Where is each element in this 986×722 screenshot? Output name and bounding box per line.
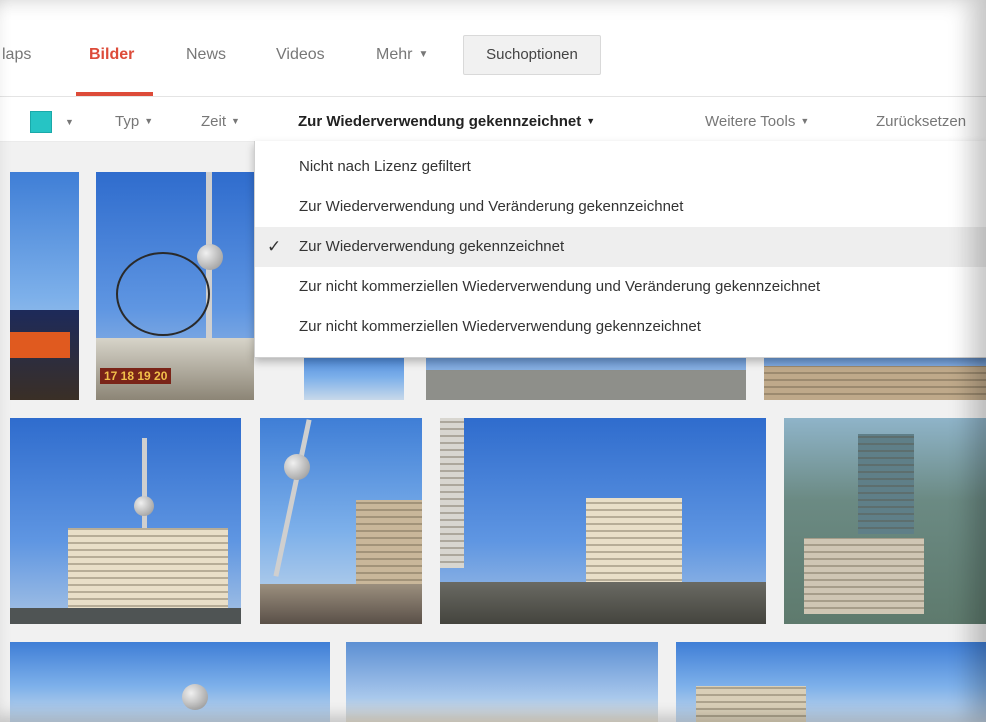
- checkmark-icon: ✓: [267, 237, 282, 256]
- tower-shaft: [273, 419, 312, 577]
- image-result[interactable]: [10, 418, 241, 624]
- color-dropdown-chevron-icon[interactable]: ▼: [60, 114, 74, 131]
- image-result[interactable]: [676, 642, 986, 722]
- more-tools-label: Weitere Tools: [705, 113, 796, 130]
- chevron-down-icon: ▼: [418, 49, 429, 60]
- image-ground: [260, 584, 422, 624]
- tower-sphere: [182, 684, 208, 710]
- license-filter-label: Zur Wiederverwendung gekennzeichnet: [298, 113, 582, 130]
- image-result[interactable]: [260, 418, 422, 624]
- chevron-down-icon: ▼: [231, 116, 240, 126]
- world-clock-numbers: 17 18 19 20: [100, 368, 172, 384]
- search-options-button[interactable]: Suchoptionen: [463, 35, 601, 75]
- menu-item-label: Zur Wiederverwendung gekennzeichnet: [299, 238, 565, 255]
- tab-more-label: Mehr: [376, 46, 413, 63]
- image-building: [858, 434, 914, 534]
- type-filter[interactable]: Typ ▼: [115, 113, 153, 130]
- top-nav: laps Bilder News Videos Mehr ▼ Suchoption…: [0, 0, 986, 97]
- color-swatch[interactable]: [30, 111, 52, 133]
- image-vehicle: [10, 332, 70, 358]
- tab-images[interactable]: Bilder: [89, 46, 134, 64]
- tower-sphere: [197, 244, 223, 270]
- time-filter[interactable]: Zeit ▼: [201, 113, 240, 130]
- tower-sphere: [284, 454, 310, 480]
- chevron-down-icon: ▼: [800, 116, 810, 126]
- tower-sphere: [134, 496, 154, 516]
- image-result[interactable]: [784, 418, 986, 624]
- tab-videos[interactable]: Videos: [276, 46, 325, 64]
- tower-shaft: [142, 438, 147, 538]
- reset-link[interactable]: Zurücksetzen: [876, 113, 966, 130]
- image-building: [440, 418, 464, 568]
- time-filter-label: Zeit: [201, 113, 227, 130]
- menu-item-reuse[interactable]: ✓ Zur Wiederverwendung gekennzeichnet: [255, 227, 986, 267]
- menu-item-label: Zur nicht kommerziellen Wiederverwendung…: [299, 318, 701, 335]
- image-ground: [764, 366, 986, 400]
- chevron-down-icon: ▼: [144, 116, 154, 126]
- menu-item-noncommercial-reuse-modify[interactable]: Zur nicht kommerziellen Wiederverwendung…: [255, 267, 986, 307]
- menu-item-label: Nicht nach Lizenz gefiltert: [299, 158, 471, 175]
- image-result[interactable]: [440, 418, 766, 624]
- image-result[interactable]: [10, 172, 79, 400]
- license-filter[interactable]: Zur Wiederverwendung gekennzeichnet ▼: [298, 113, 595, 130]
- image-result[interactable]: [346, 642, 658, 722]
- type-filter-label: Typ: [115, 113, 140, 130]
- menu-item-no-license-filter[interactable]: Nicht nach Lizenz gefiltert: [255, 147, 986, 187]
- image-building: [68, 528, 228, 612]
- active-tab-indicator: [76, 92, 153, 96]
- tools-bar: ▼ Typ ▼ Zeit ▼ Zur Wiederverwendung gekenn…: [0, 97, 986, 142]
- image-ground: [426, 370, 746, 400]
- tab-news[interactable]: News: [186, 46, 226, 64]
- menu-item-label: Zur nicht kommerziellen Wiederverwendung…: [299, 278, 821, 295]
- tab-more[interactable]: Mehr ▼: [376, 46, 428, 64]
- world-clock-orbit: [116, 252, 210, 336]
- image-building: [586, 498, 682, 586]
- image-result[interactable]: 17 18 19 20: [96, 172, 254, 400]
- menu-item-noncommercial-reuse[interactable]: Zur nicht kommerziellen Wiederverwendung…: [255, 307, 986, 347]
- image-building: [804, 538, 924, 614]
- menu-item-label: Zur Wiederverwendung und Veränderung gek…: [299, 198, 684, 215]
- license-dropdown-menu: Nicht nach Lizenz gefiltert Zur Wiederve…: [254, 141, 986, 358]
- image-building: [696, 686, 806, 722]
- menu-item-reuse-modify[interactable]: Zur Wiederverwendung und Veränderung gek…: [255, 187, 986, 227]
- image-ground: [440, 582, 766, 624]
- tab-maps[interactable]: laps: [2, 46, 31, 64]
- more-tools-filter[interactable]: Weitere Tools ▼: [705, 113, 809, 130]
- image-result[interactable]: [10, 642, 330, 722]
- image-ground: [10, 608, 241, 624]
- chevron-down-icon: ▼: [586, 116, 596, 126]
